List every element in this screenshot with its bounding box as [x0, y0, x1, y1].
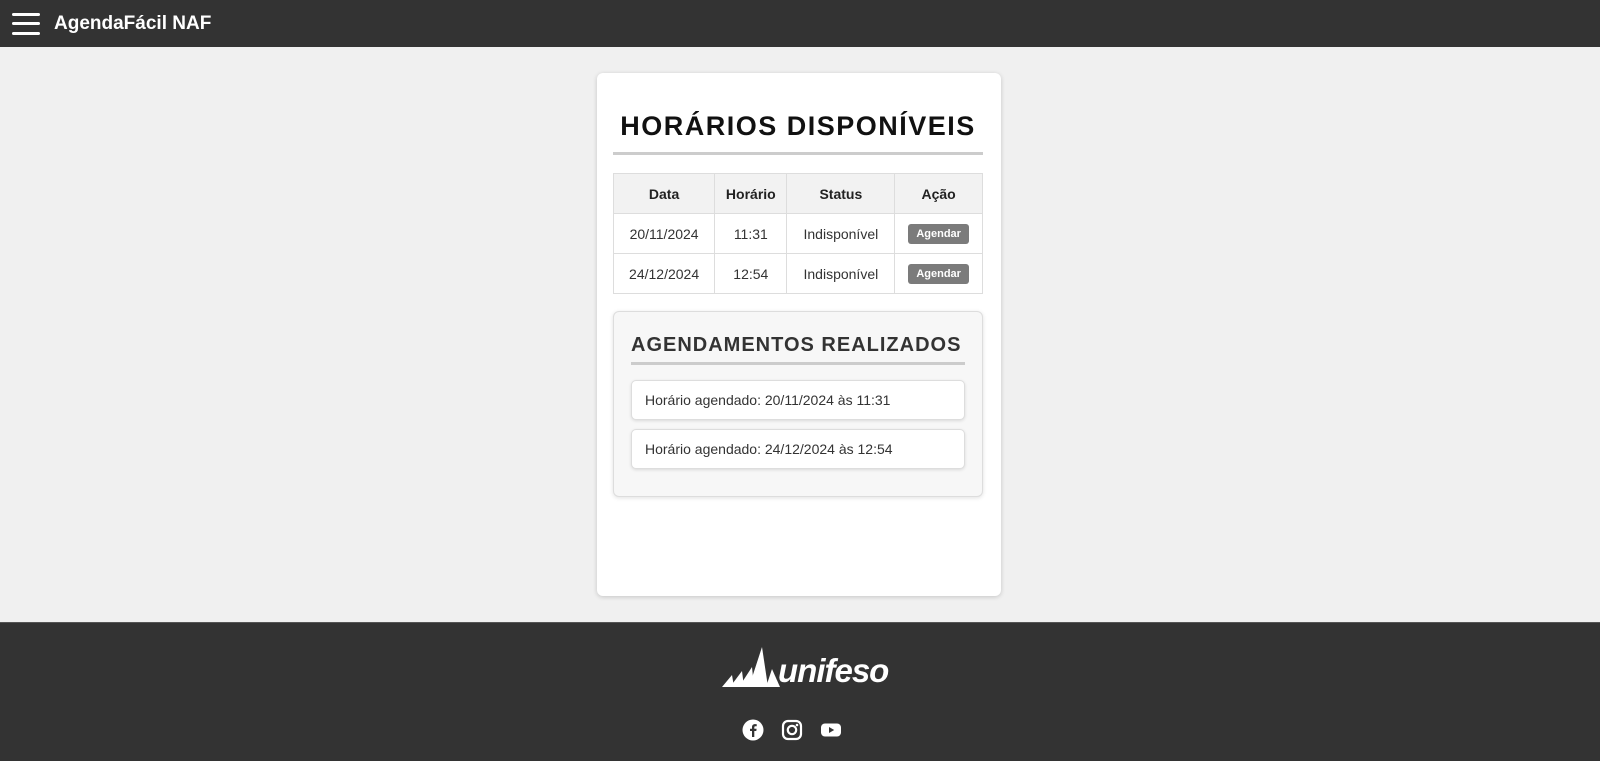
app-title[interactable]: AgendaFácil NAF	[54, 13, 211, 35]
list-item: Horário agendado: 20/11/2024 às 11:31	[631, 380, 965, 420]
table-row: 20/11/2024 11:31 Indisponível Agendar	[612, 213, 983, 254]
column-header-status: Status	[786, 173, 896, 214]
list-item: Horário agendado: 24/12/2024 às 12:54	[631, 429, 965, 469]
instagram-icon[interactable]	[781, 719, 803, 741]
booked-appointments-title: AGENDAMENTOS REALIZADOS	[631, 334, 965, 365]
available-slots-table: Data Horário Status Ação 20/11/2024 11:3…	[612, 173, 983, 294]
footer: unifeso	[0, 622, 1600, 761]
column-header-date: Data	[612, 173, 716, 214]
schedule-button[interactable]: Agendar	[908, 223, 969, 244]
schedule-card: HORÁRIOS DISPONÍVEIS Data Horário Status…	[597, 73, 1001, 596]
slot-date: 20/11/2024	[612, 213, 716, 254]
slot-status: Indisponível	[786, 253, 896, 294]
hamburger-menu-icon[interactable]	[12, 12, 40, 36]
slot-action-cell: Agendar	[894, 213, 983, 254]
top-navbar: AgendaFácil NAF	[0, 0, 1600, 47]
logo-text: unifeso	[778, 652, 889, 689]
slot-time: 12:54	[714, 253, 788, 294]
slot-time: 11:31	[714, 213, 788, 254]
slot-date: 24/12/2024	[612, 253, 716, 294]
slot-status: Indisponível	[786, 213, 896, 254]
unifeso-logo: unifeso	[722, 647, 889, 689]
social-links	[742, 719, 842, 741]
page-title: HORÁRIOS DISPONÍVEIS	[613, 111, 983, 155]
logo-mountain-icon	[722, 647, 780, 687]
booked-appointments-panel: AGENDAMENTOS REALIZADOS Horário agendado…	[613, 311, 983, 497]
column-header-action: Ação	[894, 173, 983, 214]
youtube-icon[interactable]	[820, 719, 842, 741]
facebook-icon[interactable]	[742, 719, 764, 741]
column-header-time: Horário	[714, 173, 788, 214]
table-row: 24/12/2024 12:54 Indisponível Agendar	[612, 253, 983, 294]
schedule-button[interactable]: Agendar	[908, 263, 969, 284]
slot-action-cell: Agendar	[894, 253, 983, 294]
table-header-row: Data Horário Status Ação	[612, 173, 983, 214]
